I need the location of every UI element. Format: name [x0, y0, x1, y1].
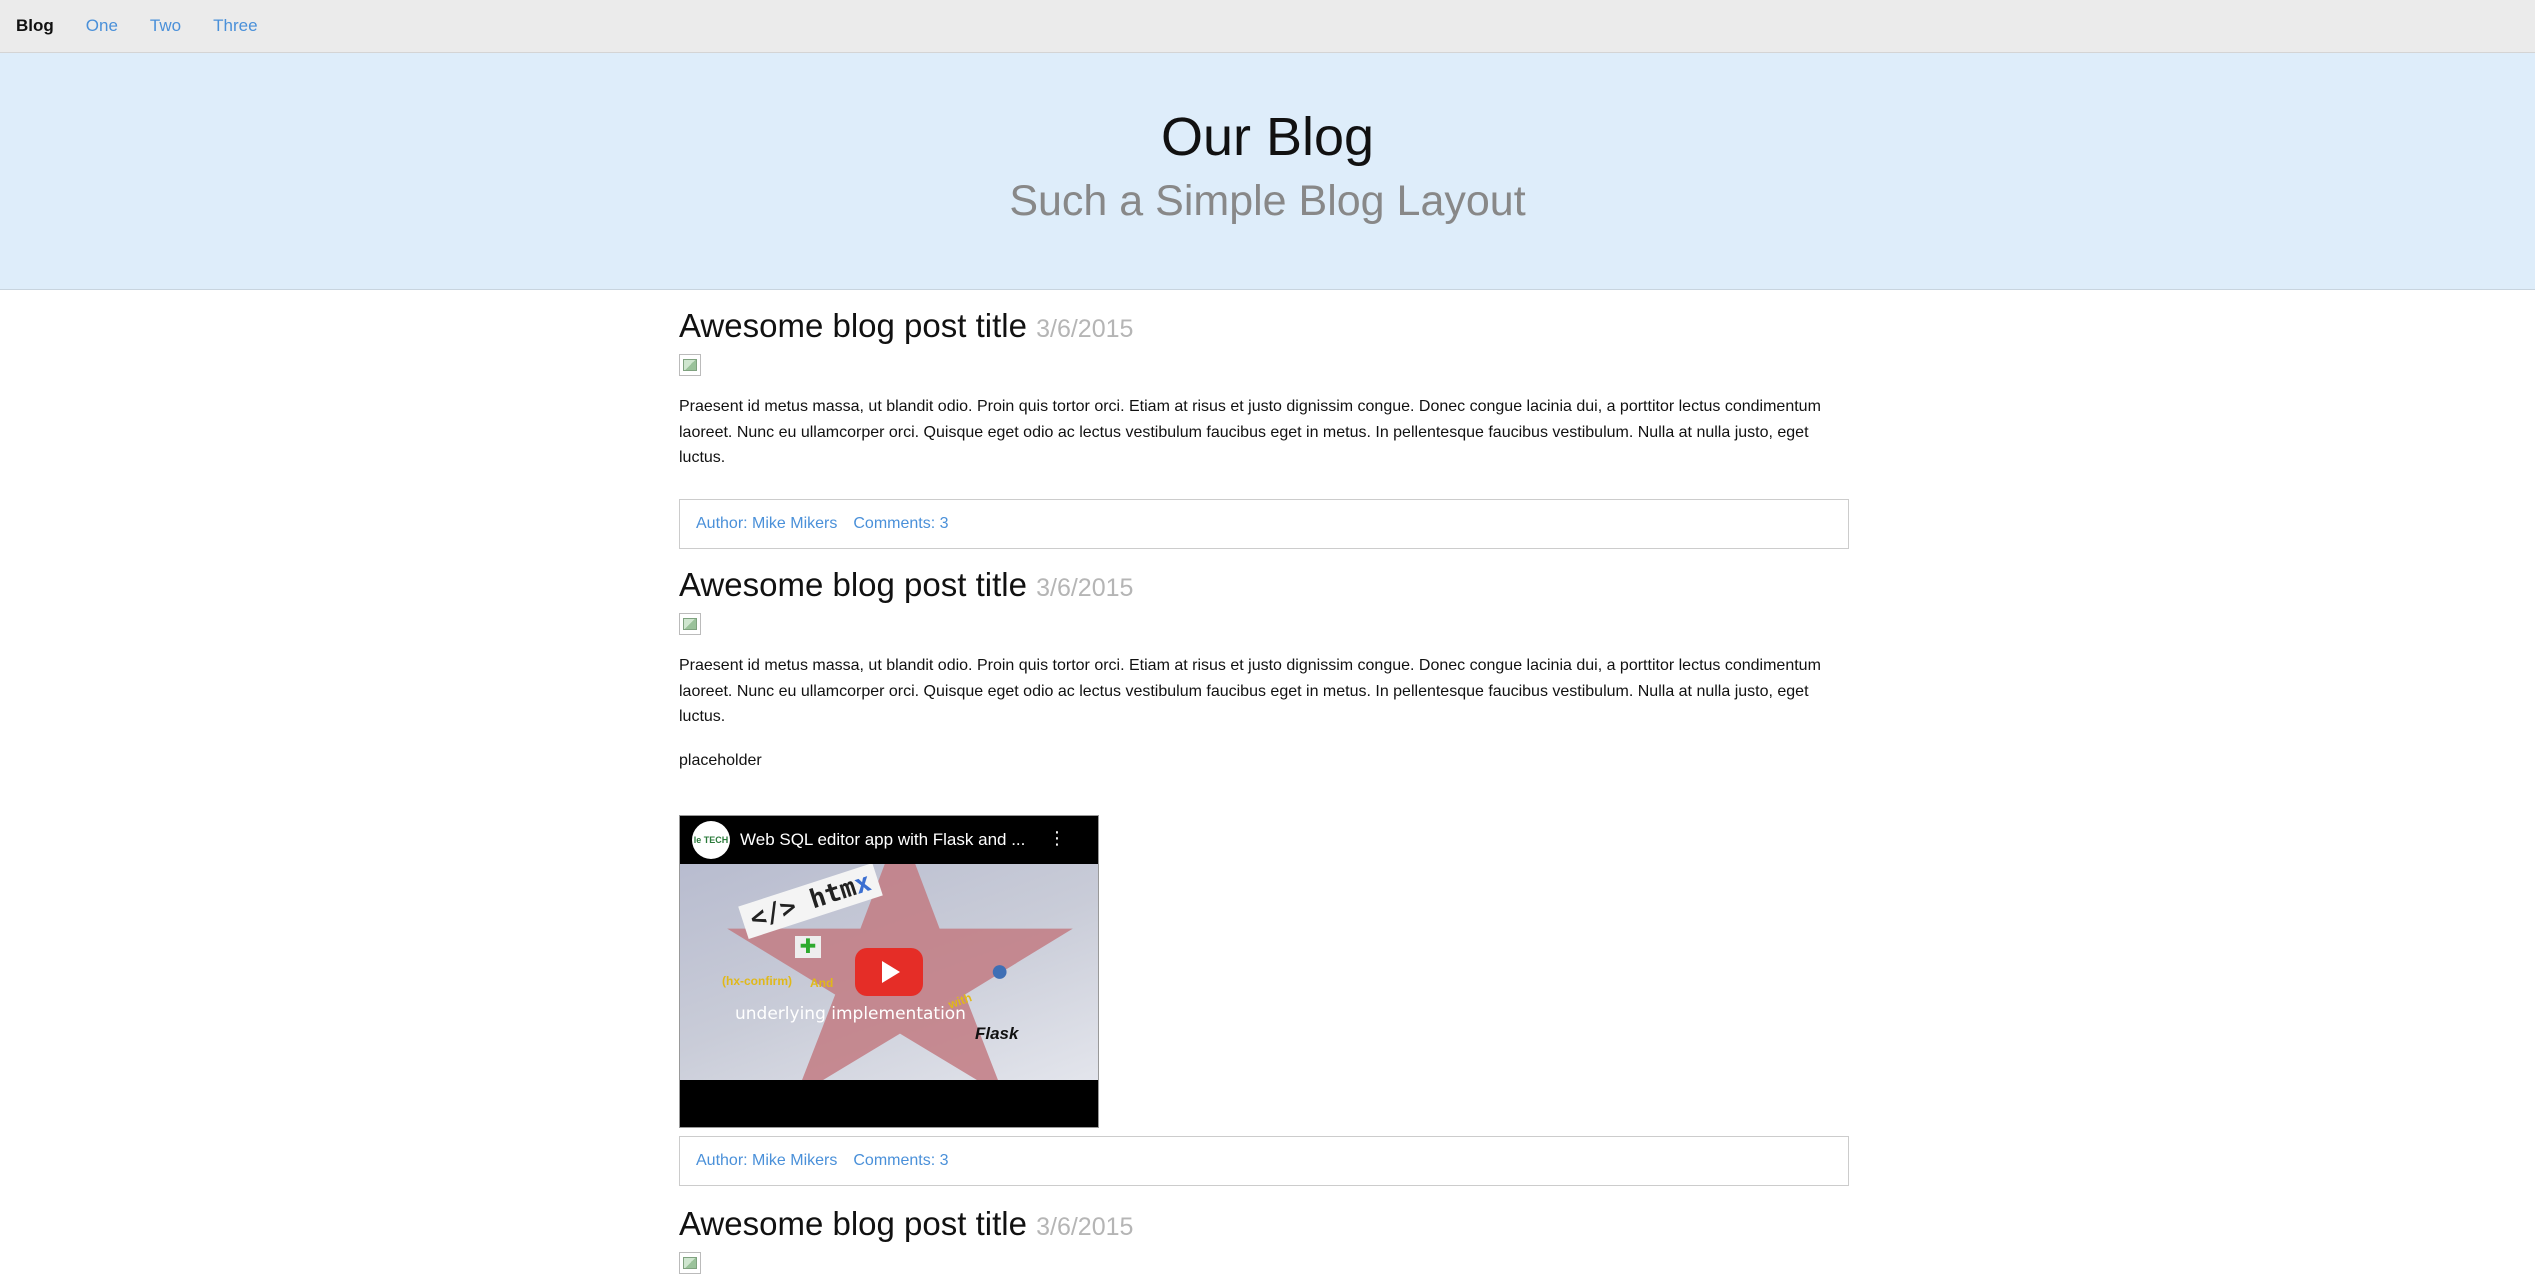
thumb-hx-confirm: (hx-confirm) — [722, 973, 792, 988]
post-date: 3/6/2015 — [1036, 573, 1134, 602]
post-title: Awesome blog post title 3/6/2015 — [679, 1204, 1849, 1242]
top-navbar: Blog One Two Three — [0, 0, 2535, 53]
placeholder-text: placeholder — [679, 751, 762, 769]
broken-image-icon — [679, 1251, 701, 1274]
blog-post: Awesome blog post title 3/6/2015 — [679, 1204, 1849, 1274]
blog-subtitle: Such a Simple Blog Layout — [1009, 176, 1526, 225]
post-meta-bar: Author: Mike Mikers Comments: 3 — [679, 498, 1849, 549]
main-content: Awesome blog post title 3/6/2015 Praesen… — [679, 307, 1849, 1274]
comments-link[interactable]: Comments: 3 — [853, 515, 948, 533]
author-link[interactable]: Author: Mike Mikers — [696, 1152, 837, 1170]
video-title[interactable]: Web SQL editor app with Flask and ... — [740, 830, 1025, 850]
post-title: Awesome blog post title 3/6/2015 — [679, 307, 1849, 344]
nav-link-one[interactable]: One — [86, 16, 118, 36]
play-button-icon[interactable] — [855, 947, 923, 996]
post-title-text: Awesome blog post title — [679, 1204, 1027, 1242]
post-title-text: Awesome blog post title — [679, 307, 1027, 344]
thumb-flask: Flask — [975, 1023, 1019, 1043]
author-link[interactable]: Author: Mike Mikers — [696, 515, 837, 533]
post-body: Praesent id metus massa, ut blandit odio… — [679, 398, 1821, 467]
python-logo-icon: ● — [990, 951, 1010, 988]
blog-post: Awesome blog post title 3/6/2015 Praesen… — [679, 307, 1849, 549]
broken-image-icon — [679, 354, 701, 377]
post-title-text: Awesome blog post title — [679, 565, 1027, 603]
comments-link[interactable]: Comments: 3 — [853, 1152, 948, 1170]
hero-banner: Our Blog Such a Simple Blog Layout — [0, 53, 2535, 290]
post-meta-bar: Author: Mike Mikers Comments: 3 — [679, 1135, 1849, 1186]
post-date: 3/6/2015 — [1036, 315, 1134, 343]
thumb-and: And — [810, 975, 834, 990]
channel-avatar[interactable]: le TECH — [692, 820, 730, 859]
thumb-caption: underlying implementation — [735, 1003, 966, 1024]
more-options-icon[interactable]: ⋮ — [1048, 828, 1066, 849]
broken-image-icon — [679, 613, 701, 636]
plus-icon: ✚ — [795, 935, 821, 958]
nav-link-two[interactable]: Two — [150, 16, 181, 36]
post-body: Praesent id metus massa, ut blandit odio… — [679, 657, 1821, 726]
post-date: 3/6/2015 — [1036, 1212, 1134, 1241]
blog-title: Our Blog — [1160, 107, 1375, 167]
video-topbar: le TECH Web SQL editor app with Flask an… — [680, 816, 1098, 864]
nav-brand[interactable]: Blog — [16, 16, 54, 36]
youtube-video-embed[interactable]: </> htmx ✚ (hx-confirm) And with underly… — [679, 814, 1099, 1128]
nav-link-three[interactable]: Three — [213, 16, 257, 36]
blog-post: Awesome blog post title 3/6/2015 Praesen… — [679, 565, 1849, 1186]
post-title: Awesome blog post title 3/6/2015 — [679, 565, 1849, 603]
